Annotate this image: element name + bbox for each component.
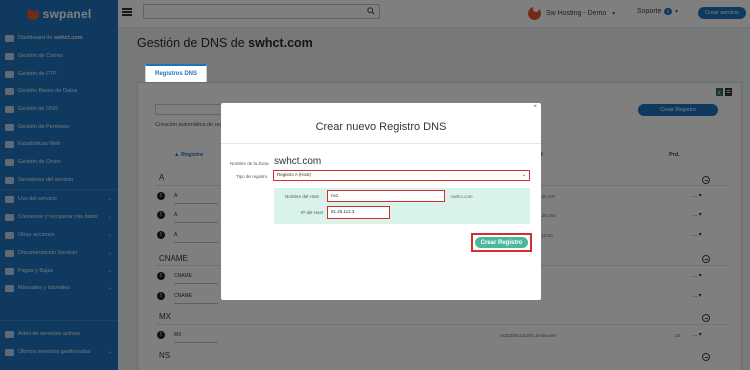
- crear-registro-submit-highlight: Crear Registro: [471, 233, 532, 252]
- ip-host-input[interactable]: 81.25.112.3: [327, 206, 390, 219]
- zona-value: swhct.com: [274, 156, 322, 167]
- close-icon[interactable]: ×: [533, 104, 537, 110]
- ip-host-label: IP del Host: [301, 210, 323, 215]
- crear-registro-submit-button[interactable]: Crear Registro: [475, 237, 528, 248]
- crear-registro-modal: × Crear nuevo Registro DNS Nombre de la …: [221, 103, 541, 300]
- tab-registros-dns[interactable]: Registros DNS: [145, 64, 207, 82]
- tipo-registro-select[interactable]: Registro A (Host) ⌄: [273, 170, 530, 181]
- tipo-registro-label: Tipo de registro: [236, 174, 268, 179]
- nombre-host-suffix: .swhct.com: [450, 194, 473, 199]
- nombre-host-label: Nombre del Host: [285, 194, 319, 199]
- chevron-down-icon: ⌄: [521, 172, 526, 178]
- zona-label: Nombre de la Zona: [230, 161, 269, 166]
- nombre-host-input[interactable]: ns1: [327, 190, 445, 202]
- modal-title: Crear nuevo Registro DNS: [315, 121, 447, 133]
